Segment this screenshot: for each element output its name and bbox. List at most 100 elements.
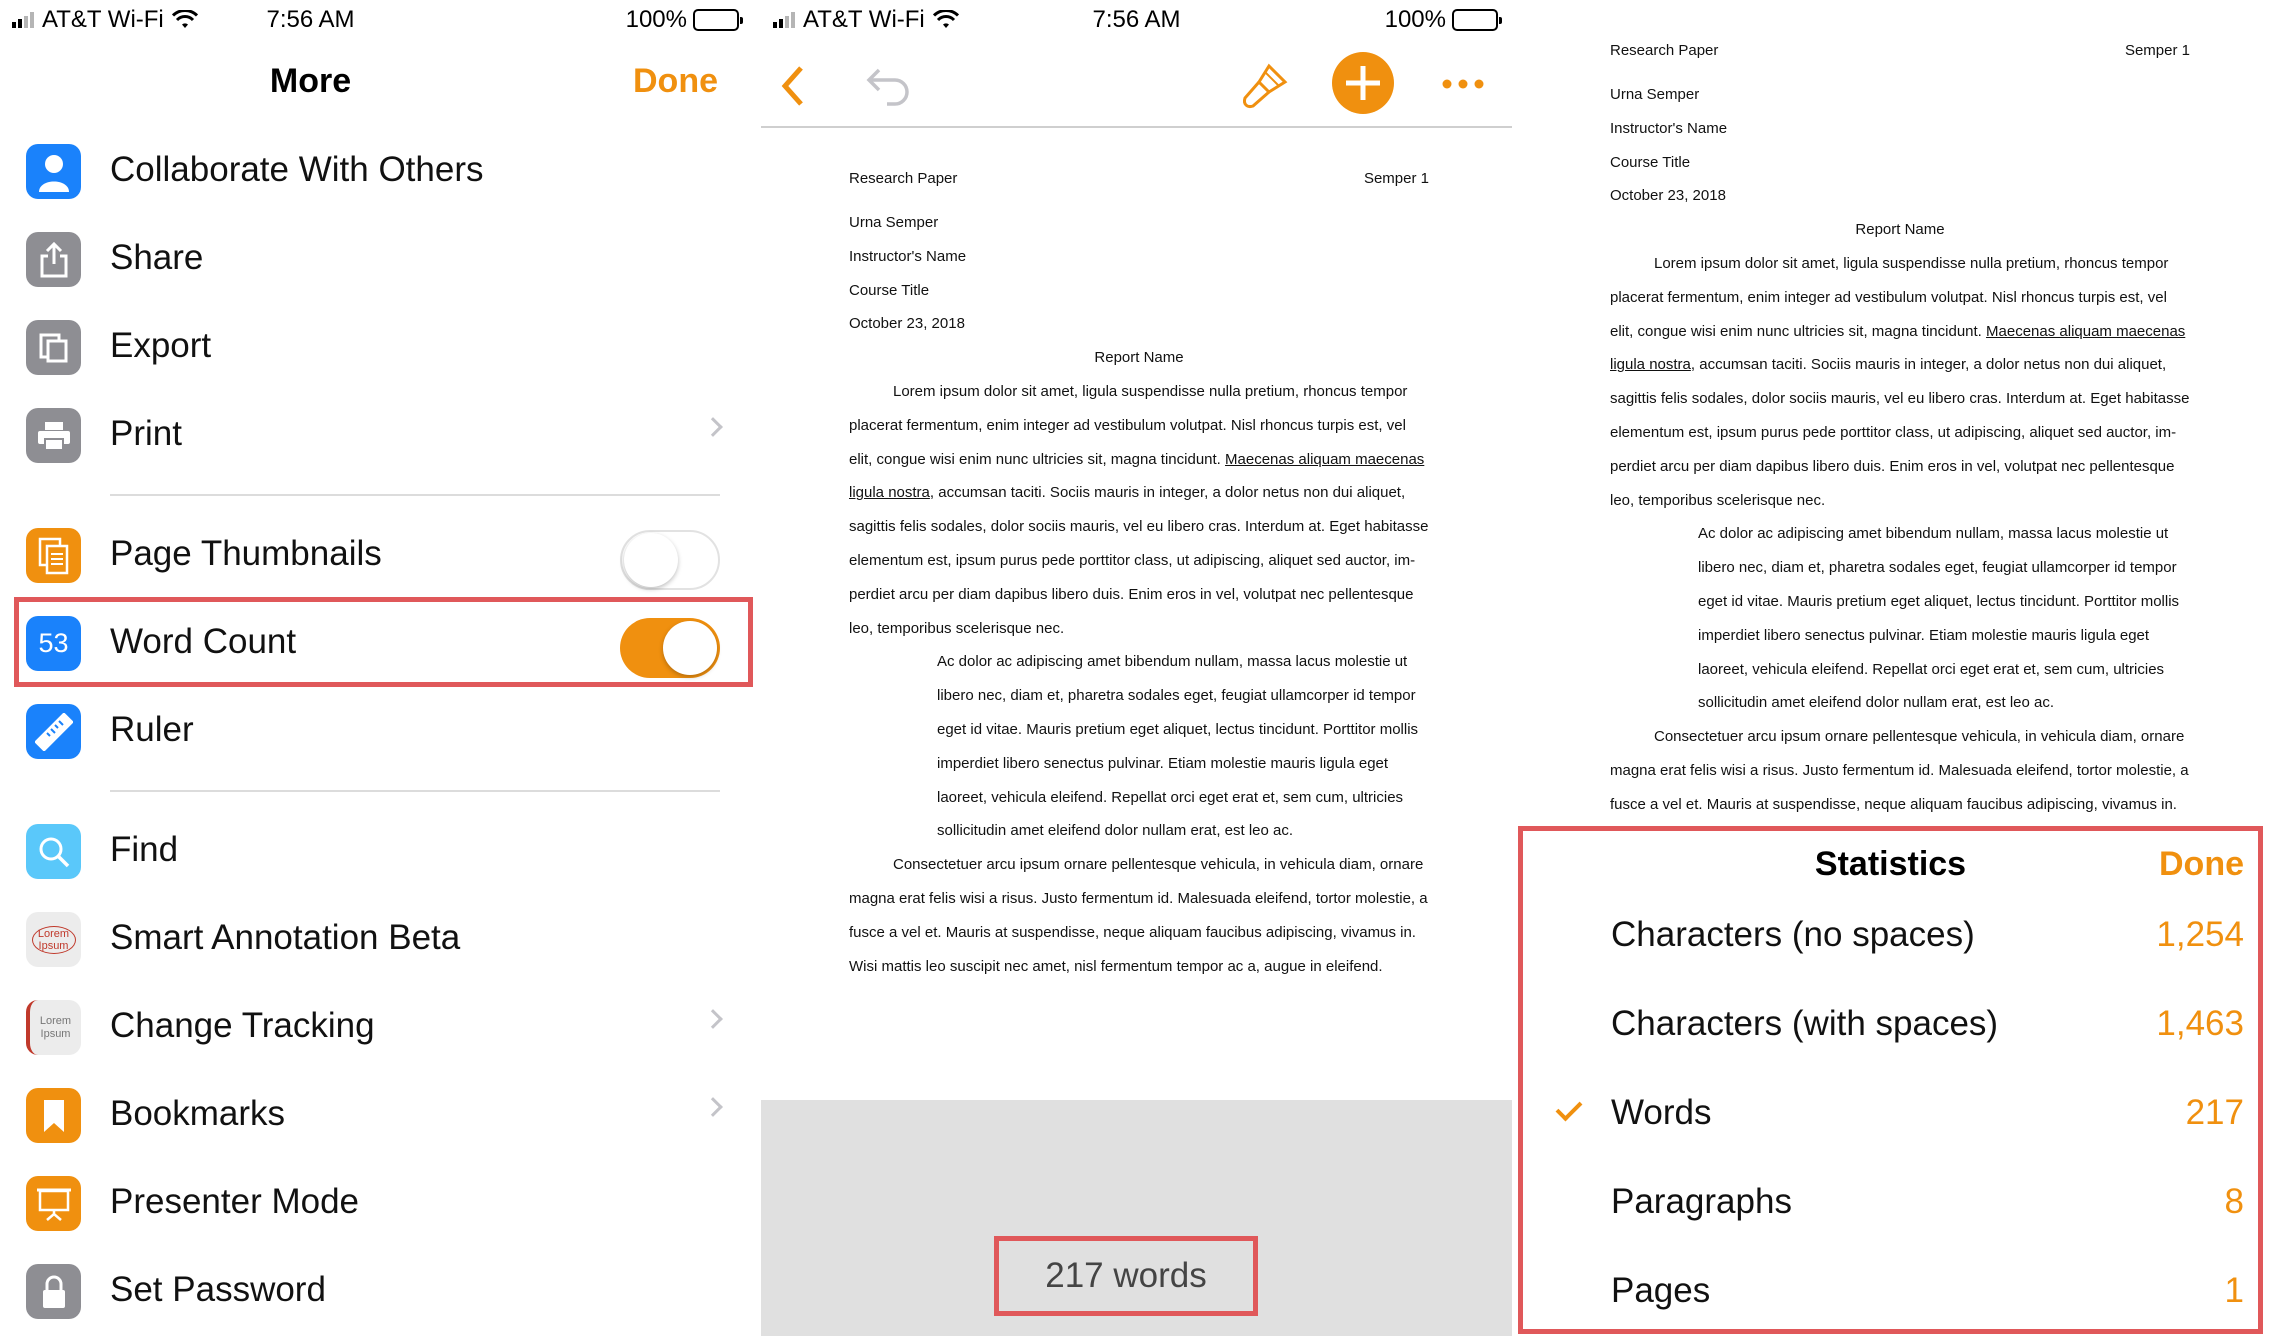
document-text-line: elit, congue wisi enim nunc ultricies si… [849, 450, 1425, 468]
stat-row-pages[interactable]: Pages 1 [1523, 1247, 2258, 1335]
document-text-line: imperdiet libero senectus pulvinar. Etia… [937, 754, 1389, 772]
divider [110, 494, 720, 496]
more-icon[interactable] [1441, 78, 1485, 90]
menu-item-label: Export [110, 326, 212, 365]
document-text-line: elementum est, ipsum purus pede porttito… [849, 552, 1416, 569]
stat-name: Paragraphs [1611, 1182, 1792, 1221]
document-text-line: fusce a vel et. Mauris at suspendisse, n… [849, 923, 1416, 941]
document-text-line: laoreet, vehicula eleifend. Repellat orc… [937, 788, 1404, 806]
menu-item-change-tracking[interactable]: Lorem Ipsum Change Tracking [0, 982, 723, 1070]
menu-item-label: Smart Annotation Beta [110, 918, 461, 957]
document-text-line: Instructor's Name [1610, 119, 1728, 137]
document-text-line: Urna Semper [1610, 86, 1700, 103]
battery-percent: 100% [625, 6, 687, 33]
battery: 100% [625, 6, 743, 34]
document-text-line: leo, temporibus scelerisque nec. [849, 619, 1065, 637]
menu-item-label: Collaborate With Others [110, 150, 484, 189]
back-chevron-icon[interactable] [779, 64, 805, 108]
divider [110, 790, 720, 792]
menu-item-label: Share [110, 238, 204, 277]
statistics-title: Statistics [1814, 845, 1967, 883]
document-text-line: sagittis felis sodales, dolor sociis mau… [1610, 390, 2190, 408]
battery: 100% [1384, 6, 1502, 34]
export-icon [26, 320, 81, 375]
menu-item-label: Ruler [110, 710, 194, 749]
menu-item-label: Bookmarks [110, 1094, 286, 1133]
done-button[interactable]: Done [633, 62, 718, 101]
battery-percent: 100% [1384, 6, 1446, 33]
battery-icon [1452, 9, 1502, 31]
menu-item-label: Find [110, 830, 179, 869]
document-text-line: Report Name [1855, 221, 1945, 239]
stat-row-words[interactable]: Words 217 [1523, 1069, 2258, 1157]
document-text-line: Instructor's Name [849, 247, 967, 265]
change-tracking-icon: Lorem Ipsum [26, 1000, 81, 1055]
menu-item-label: Presenter Mode [110, 1182, 360, 1221]
menu-item-smart-annotation[interactable]: Lorem Ipsum Smart Annotation Beta [0, 894, 720, 982]
document-text-line: leo, temporibus scelerisque nec. [1610, 491, 1826, 509]
stat-name: Characters (no spaces) [1611, 915, 1975, 954]
document-text-line: perdiet arcu per diam dapibus libero dui… [1610, 457, 2175, 475]
document-text-line: placerat fermentum, enim integer ad vest… [1610, 288, 2167, 306]
document-text-line: imperdiet libero senectus pulvinar. Etia… [1698, 626, 2150, 644]
document-text-line: libero nec, diam et, pharetra sodales eg… [937, 687, 1416, 705]
stat-value: 1,254 [2156, 915, 2244, 954]
document-text-line: Ac dolor ac adipiscing amet bibendum nul… [937, 653, 1408, 671]
presenter-icon [26, 1176, 81, 1231]
page-thumbnails-toggle[interactable] [620, 530, 720, 590]
annotation-icon-text: Lorem Ipsum [31, 925, 76, 954]
document-text-line: elementum est, ipsum purus pede porttito… [1610, 424, 2177, 441]
document-text-line: Course Title [1610, 153, 1691, 171]
statistics-sheet: Statistics Done Characters (no spaces) 1… [1518, 826, 2263, 1334]
menu-item-label: Print [110, 414, 182, 453]
document-text-line: Report Name [1094, 349, 1184, 367]
menu-item-ruler[interactable]: Ruler [0, 686, 720, 774]
menu-item-bookmarks[interactable]: Bookmarks [0, 1070, 723, 1158]
document-page[interactable]: Research Paper Semper 1 Urna Semper Instruc… [849, 170, 1429, 990]
stat-row-paragraphs[interactable]: Paragraphs 8 [1523, 1158, 2258, 1246]
stat-row-characters-no-spaces[interactable]: Characters (no spaces) 1,254 [1523, 891, 2258, 979]
chevron-right-icon [703, 1097, 723, 1117]
undo-icon[interactable] [865, 64, 913, 106]
menu-item-print[interactable]: Print [0, 390, 723, 478]
stat-row-characters-with-spaces[interactable]: Characters (with spaces) 1,463 [1523, 980, 2258, 1068]
share-icon [26, 232, 81, 287]
document-text-line: Semper 1 [1363, 170, 1429, 187]
menu-item-presenter-mode[interactable]: Presenter Mode [0, 1158, 720, 1246]
stat-value: 217 [2185, 1093, 2244, 1132]
menu-item-set-password[interactable]: Set Password [0, 1246, 720, 1334]
more-navbar: More Done [0, 58, 761, 114]
ruler-icon [26, 704, 81, 759]
document-page[interactable]: Research Paper Semper 1 Urna Semper Instruc… [1610, 42, 2190, 822]
thumbnails-icon [26, 528, 81, 583]
menu-item-share[interactable]: Share [0, 214, 720, 302]
document-panel: AT&T Wi-Fi 7:56 AM 100% Research Paper Se… [761, 0, 1512, 1339]
document-text-line: Ac dolor ac adipiscing amet bibendum nul… [1698, 525, 2169, 543]
document-text-line: ligula nostra, accumsan taciti. Sociis m… [849, 484, 1406, 502]
add-button[interactable] [1332, 52, 1394, 114]
printer-icon [26, 408, 81, 463]
document-text-line: October 23, 2018 [849, 315, 965, 333]
document-text-line: elit, congue wisi enim nunc ultricies si… [1610, 322, 2186, 340]
document-text-line: Research Paper [1610, 42, 1719, 59]
document-text-line: placerat fermentum, enim integer ad vest… [849, 416, 1406, 434]
menu-item-find[interactable]: Find [0, 806, 720, 894]
statistics-done-button[interactable]: Done [2159, 845, 2244, 884]
document-text-line: magna erat felis wisi a risus. Justo fer… [849, 890, 1428, 907]
annotation-icon: Lorem Ipsum [26, 912, 81, 967]
menu-item-collaborate[interactable]: Collaborate With Others [0, 126, 720, 214]
document-text-line: sollicitudin amet eleifend dolor nullam … [937, 822, 1294, 840]
document-text-line: fusce a vel et. Mauris at suspendisse, n… [1610, 795, 2177, 813]
paintbrush-icon[interactable] [1239, 62, 1289, 112]
menu-item-page-thumbnails: Page Thumbnails [0, 510, 720, 598]
document-text-line: magna erat felis wisi a risus. Justo fer… [1610, 762, 2189, 779]
menu-item-export[interactable]: Export [0, 302, 720, 390]
lock-icon [26, 1264, 81, 1319]
document-text-line: Urna Semper [849, 214, 939, 231]
stat-value: 8 [2224, 1182, 2244, 1221]
menu-item-label: Change Tracking [110, 1006, 375, 1045]
stat-name: Words [1611, 1093, 1712, 1132]
document-text-line: libero nec, diam et, pharetra sodales eg… [1698, 559, 2177, 577]
chevron-right-icon [703, 1009, 723, 1029]
chevron-right-icon [703, 417, 723, 437]
